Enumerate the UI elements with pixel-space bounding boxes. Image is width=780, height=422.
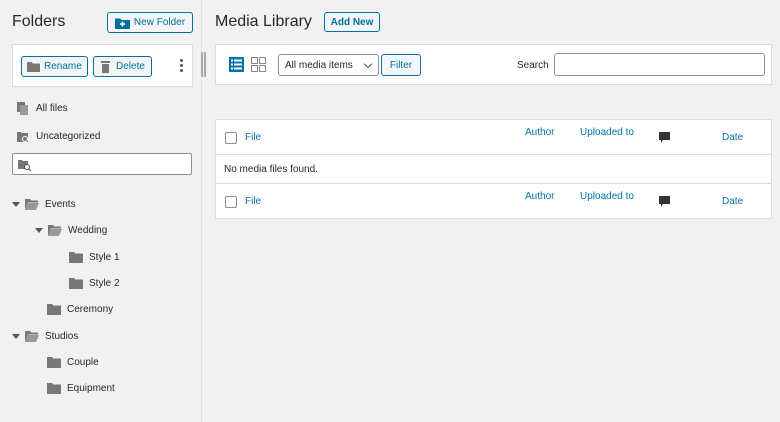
uncategorized-label: Uncategorized bbox=[36, 131, 101, 142]
media-search-input[interactable] bbox=[554, 53, 765, 76]
caret-down-icon[interactable] bbox=[35, 227, 43, 233]
search-folder-icon bbox=[18, 160, 31, 171]
kebab-menu-icon[interactable] bbox=[177, 59, 185, 75]
list-view-icon[interactable] bbox=[229, 57, 244, 72]
media-filter-bar: All media items Filter Search bbox=[215, 44, 772, 85]
select-all-checkbox[interactable] bbox=[225, 132, 237, 144]
select-all-checkbox[interactable] bbox=[225, 196, 237, 208]
sidebar-resize-handle[interactable] bbox=[201, 52, 206, 77]
delete-button[interactable]: Delete bbox=[93, 56, 152, 77]
uncategorized-item[interactable]: Uncategorized bbox=[17, 130, 100, 143]
folder-events[interactable]: Events bbox=[12, 197, 76, 211]
media-table: File Author Uploaded to Date No media fi… bbox=[215, 119, 772, 219]
folder-icon bbox=[47, 356, 61, 368]
uncategorized-icon bbox=[17, 132, 28, 142]
folder-ceremony[interactable]: Ceremony bbox=[47, 302, 113, 316]
folder-label: Style 2 bbox=[89, 277, 120, 289]
comment-icon[interactable] bbox=[659, 196, 670, 207]
folder-style-2[interactable]: Style 2 bbox=[69, 276, 120, 290]
table-footer: File Author Uploaded to Date bbox=[216, 183, 771, 218]
all-files-item[interactable]: All files bbox=[17, 102, 68, 115]
new-folder-label: New Folder bbox=[133, 17, 186, 28]
trash-icon bbox=[101, 60, 110, 73]
folder-couple[interactable]: Couple bbox=[47, 355, 99, 369]
table-header: File Author Uploaded to Date bbox=[216, 120, 771, 155]
column-file[interactable]: File bbox=[245, 132, 261, 143]
folder-equipment[interactable]: Equipment bbox=[47, 381, 115, 395]
folder-label: Studios bbox=[45, 330, 79, 342]
new-folder-button[interactable]: New Folder bbox=[107, 12, 193, 33]
folder-toolbar: Rename Delete bbox=[12, 44, 193, 87]
folders-title: Folders bbox=[12, 13, 66, 30]
caret-down-icon[interactable] bbox=[12, 333, 20, 339]
empty-row: No media files found. bbox=[216, 156, 771, 183]
folder-open-icon bbox=[25, 198, 39, 210]
column-file[interactable]: File bbox=[245, 196, 261, 207]
folder-label: Events bbox=[45, 198, 76, 210]
folder-icon bbox=[47, 303, 61, 315]
rename-label: Rename bbox=[44, 61, 82, 72]
delete-label: Delete bbox=[116, 61, 145, 72]
folders-sidebar: Folders New Folder Rename Delete All fil… bbox=[0, 0, 202, 422]
add-new-button[interactable]: Add New bbox=[324, 12, 380, 32]
folder-search-input[interactable] bbox=[33, 156, 188, 172]
folder-label: Wedding bbox=[68, 224, 108, 236]
column-uploaded-to[interactable]: Uploaded to bbox=[580, 127, 634, 138]
comment-icon[interactable] bbox=[659, 132, 670, 143]
folder-label: Style 1 bbox=[89, 251, 120, 263]
grid-view-icon[interactable] bbox=[251, 57, 266, 72]
folder-wedding[interactable]: Wedding bbox=[35, 223, 107, 237]
media-type-select[interactable]: All media items bbox=[278, 54, 379, 76]
rename-button[interactable]: Rename bbox=[21, 56, 88, 77]
empty-message: No media files found. bbox=[224, 164, 318, 175]
folder-label: Equipment bbox=[67, 382, 115, 394]
column-uploaded-to[interactable]: Uploaded to bbox=[580, 191, 634, 202]
folder-icon bbox=[69, 277, 83, 289]
folder-label: Couple bbox=[67, 356, 99, 368]
rename-folder-icon bbox=[27, 61, 40, 72]
column-date[interactable]: Date bbox=[722, 196, 743, 207]
search-label: Search bbox=[517, 60, 549, 71]
page-title: Media Library bbox=[215, 13, 312, 30]
column-author[interactable]: Author bbox=[525, 191, 554, 202]
all-files-icon bbox=[17, 102, 28, 115]
folder-icon bbox=[69, 251, 83, 263]
media-type-value: All media items bbox=[285, 59, 353, 71]
folder-search[interactable] bbox=[12, 153, 192, 175]
folder-icon bbox=[47, 382, 61, 394]
column-date[interactable]: Date bbox=[722, 132, 743, 143]
caret-down-icon[interactable] bbox=[12, 201, 20, 207]
new-folder-icon bbox=[114, 18, 130, 29]
folder-studios[interactable]: Studios bbox=[12, 329, 78, 343]
filter-button[interactable]: Filter bbox=[381, 54, 421, 76]
chevron-down-icon bbox=[363, 59, 373, 69]
column-author[interactable]: Author bbox=[525, 127, 554, 138]
all-files-label: All files bbox=[36, 103, 68, 114]
folder-style-1[interactable]: Style 1 bbox=[69, 250, 120, 264]
folder-open-icon bbox=[25, 330, 39, 342]
folder-label: Ceremony bbox=[67, 303, 114, 315]
folder-open-icon bbox=[48, 224, 62, 236]
